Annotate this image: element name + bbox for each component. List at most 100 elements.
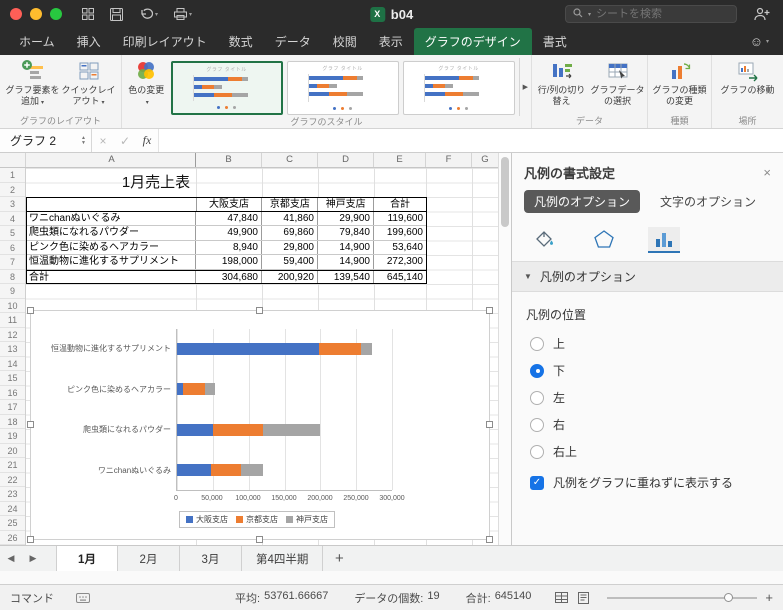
value-cell[interactable]: 200,920 xyxy=(262,270,318,283)
search-input[interactable] xyxy=(596,8,729,20)
empty-header-cell[interactable] xyxy=(27,198,197,211)
ribbon-tab[interactable]: グラフのデザイン xyxy=(413,28,532,55)
bar-segment[interactable] xyxy=(212,423,263,436)
legend-position-radio[interactable]: 右 xyxy=(530,416,769,433)
selection-handle[interactable] xyxy=(486,421,493,428)
search-scope-caret-icon[interactable]: ▾ xyxy=(588,11,591,18)
ribbon-tab[interactable]: 数式 xyxy=(218,28,264,55)
zoom-knob[interactable] xyxy=(724,592,734,602)
ribbon-tab[interactable]: 校閲 xyxy=(322,28,368,55)
bar-segment[interactable] xyxy=(262,423,321,436)
row-header[interactable]: 2 xyxy=(0,183,25,197)
chart-style-thumbnail[interactable]: グラフ タイトル xyxy=(170,61,283,115)
grid-icon[interactable] xyxy=(82,8,94,20)
column-header[interactable]: C xyxy=(262,153,318,167)
column-header[interactable]: D xyxy=(318,153,374,167)
row-header[interactable]: 26 xyxy=(0,531,25,545)
search-field[interactable]: ▾ xyxy=(565,5,737,23)
column-header[interactable]: A xyxy=(26,153,196,167)
move-chart-button[interactable]: グラフの移動 xyxy=(720,58,776,115)
vertical-scrollbar[interactable] xyxy=(498,153,511,545)
bar-segment[interactable] xyxy=(361,343,373,356)
pane-tab[interactable]: 凡例のオプション xyxy=(524,190,641,213)
change-chart-type-button[interactable]: グラフの種類の変更 xyxy=(652,58,708,115)
sheet-tab[interactable]: 2月 xyxy=(118,546,180,571)
bar-segment[interactable] xyxy=(177,423,213,436)
sheet-tab[interactable]: 1月 xyxy=(56,546,118,571)
quick-layout-button[interactable]: クイックレイアウト ▾ xyxy=(61,58,117,115)
legend-position-radio[interactable]: 右上 xyxy=(530,443,769,460)
selection-handle[interactable] xyxy=(27,307,34,314)
ribbon-tab[interactable]: ホーム xyxy=(8,28,66,55)
add-chart-element-button[interactable]: グラフ要素を追加 ▾ xyxy=(5,58,61,115)
selection-handle[interactable] xyxy=(27,421,34,428)
name-box[interactable]: グラフ 2 ▲ ▼ xyxy=(0,129,92,152)
legend-item[interactable]: 神戸支店 xyxy=(286,514,328,525)
name-box-stepper-icon[interactable]: ▲ ▼ xyxy=(81,135,86,146)
effects-icon[interactable] xyxy=(588,227,620,253)
select-all-corner[interactable] xyxy=(0,153,26,167)
header-cell[interactable]: 京都支店 xyxy=(262,198,319,211)
scrollbar-thumb[interactable] xyxy=(501,157,509,227)
value-cell[interactable]: 47,840 xyxy=(196,211,262,225)
row-header[interactable]: 1 xyxy=(0,168,25,183)
close-window-button[interactable] xyxy=(10,8,22,20)
value-cell[interactable]: 14,900 xyxy=(318,255,374,269)
value-cell[interactable]: 645,140 xyxy=(374,271,426,284)
column-header[interactable]: E xyxy=(374,153,426,167)
print-icon[interactable]: ▾ xyxy=(174,8,192,20)
legend-item[interactable]: 大阪支店 xyxy=(186,514,228,525)
next-sheet-button[interactable]: ▶ xyxy=(22,546,44,571)
row-label-cell[interactable]: 合計 xyxy=(27,270,196,283)
row-header[interactable]: 14 xyxy=(0,357,25,371)
ribbon-tab[interactable]: 書式 xyxy=(532,28,578,55)
page-layout-view-button[interactable] xyxy=(578,591,590,604)
ribbon-tab[interactable]: 表示 xyxy=(368,28,414,55)
row-header[interactable]: 10 xyxy=(0,299,25,313)
save-icon[interactable] xyxy=(110,7,123,21)
legend-item[interactable]: 京都支店 xyxy=(236,514,278,525)
zoom-in-button[interactable]: + xyxy=(765,590,773,605)
row-header[interactable]: 11 xyxy=(0,313,25,328)
header-cell[interactable]: 合計 xyxy=(374,198,426,211)
selection-handle[interactable] xyxy=(486,536,493,543)
chart-legend[interactable]: 大阪支店 京都支店 神戸支店 xyxy=(179,511,335,528)
bar-segment[interactable] xyxy=(183,383,205,396)
ribbon-tab[interactable]: データ xyxy=(264,28,322,55)
worksheet[interactable]: A B C D E F G 1 2 3 4 5 6 7 8 9 10 11 12 13 14 15 16 17 1… xyxy=(0,153,511,545)
row-header[interactable]: 3 xyxy=(0,197,25,212)
row-label-cell[interactable]: ピンク色に染めるヘアカラー xyxy=(27,240,196,254)
sheet-tab[interactable]: 第4四半期 xyxy=(242,546,324,571)
chart-style-thumbnail[interactable]: グラフ タイトル xyxy=(286,61,399,115)
row-label-cell[interactable]: 爬虫類になれるパウダー xyxy=(27,226,196,240)
sheet-tab[interactable]: 3月 xyxy=(180,546,242,571)
zoom-track[interactable] xyxy=(607,596,758,599)
chart-style-thumbnail[interactable]: グラフ タイトル xyxy=(402,61,515,115)
ribbon-tab[interactable]: 印刷レイアウト xyxy=(112,28,218,55)
column-header[interactable]: G xyxy=(472,153,498,167)
column-header[interactable]: F xyxy=(426,153,472,167)
minimize-window-button[interactable] xyxy=(30,8,42,20)
column-header[interactable]: B xyxy=(196,153,262,167)
bar-segment[interactable] xyxy=(204,383,216,396)
value-cell[interactable]: 14,900 xyxy=(318,240,374,254)
row-header[interactable]: 5 xyxy=(0,226,25,241)
value-cell[interactable]: 304,680 xyxy=(196,270,262,283)
row-header[interactable]: 9 xyxy=(0,284,25,299)
formula-input[interactable] xyxy=(158,129,783,152)
header-cell[interactable]: 神戸支店 xyxy=(318,198,375,211)
undo-dropdown-icon[interactable]: ▾ xyxy=(155,11,158,18)
value-cell[interactable]: 198,000 xyxy=(196,255,262,269)
horizontal-scrollbar-area[interactable] xyxy=(0,571,783,584)
cancel-entry-button[interactable]: × xyxy=(92,134,114,148)
bar-segment[interactable] xyxy=(318,343,362,356)
pane-tab[interactable]: 文字のオプション xyxy=(650,190,766,213)
row-header[interactable]: 13 xyxy=(0,342,25,357)
sheet-title-cell[interactable]: 1月売上表 xyxy=(26,168,286,197)
value-cell[interactable]: 139,540 xyxy=(318,270,374,283)
feedback-smiley-button[interactable]: ☺ ▾ xyxy=(750,34,769,49)
row-header[interactable]: 7 xyxy=(0,255,25,270)
bar-segment[interactable] xyxy=(211,463,242,476)
zoom-slider[interactable] xyxy=(607,590,758,606)
legend-position-radio[interactable]: 上 xyxy=(530,335,769,352)
